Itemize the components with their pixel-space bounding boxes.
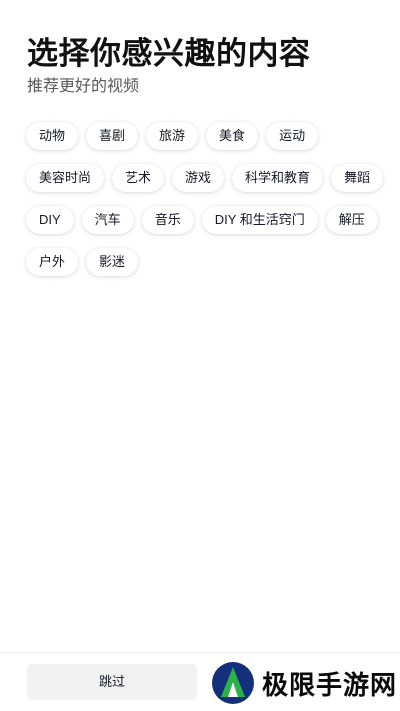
interest-chip-diy[interactable]: DIY xyxy=(26,206,74,234)
interest-chip-games[interactable]: 游戏 xyxy=(172,164,225,192)
interest-chip-relaxation[interactable]: 解压 xyxy=(325,206,378,234)
interest-chip-outdoors[interactable]: 户外 xyxy=(26,248,79,276)
interest-chip-travel[interactable]: 旅游 xyxy=(146,122,199,150)
interest-chip-art[interactable]: 艺术 xyxy=(112,164,165,192)
bottom-action-bar: 跳过 极限手游网 xyxy=(0,652,400,711)
interest-chip-dance[interactable]: 舞蹈 xyxy=(331,164,384,192)
interest-chip-sports[interactable]: 运动 xyxy=(266,122,319,150)
chip-row: DIY 汽车 音乐 DIY 和生活窍门 解压 xyxy=(26,206,386,234)
site-logo-icon xyxy=(212,662,254,704)
interest-chip-diy-life-hacks[interactable]: DIY 和生活窍门 xyxy=(201,206,318,234)
interest-chip-beauty-fashion[interactable]: 美容时尚 xyxy=(26,164,105,192)
watermark: 极限手游网 xyxy=(210,659,397,707)
interest-chip-cars[interactable]: 汽车 xyxy=(81,206,134,234)
chip-row: 户外 影迷 xyxy=(26,248,386,276)
interest-chip-music[interactable]: 音乐 xyxy=(141,206,194,234)
interest-chip-movie-fans[interactable]: 影迷 xyxy=(86,248,139,276)
page-subtitle: 推荐更好的视频 xyxy=(27,78,140,95)
watermark-text: 极限手游网 xyxy=(262,670,398,701)
page-title: 选择你感兴趣的内容 xyxy=(27,36,311,71)
chip-row: 美容时尚 艺术 游戏 科学和教育 舞蹈 xyxy=(26,164,386,192)
interest-selection-screen: 选择你感兴趣的内容 推荐更好的视频 动物 喜剧 旅游 美食 运动 美容时尚 艺术… xyxy=(0,0,400,711)
skip-button[interactable]: 跳过 xyxy=(27,664,197,700)
interest-chip-comedy[interactable]: 喜剧 xyxy=(86,122,139,150)
interest-chip-food[interactable]: 美食 xyxy=(206,122,259,150)
chip-row: 动物 喜剧 旅游 美食 运动 xyxy=(26,122,386,150)
interest-chip-science-education[interactable]: 科学和教育 xyxy=(232,164,324,192)
interest-chip-list: 动物 喜剧 旅游 美食 运动 美容时尚 艺术 游戏 科学和教育 舞蹈 DIY 汽… xyxy=(26,122,386,290)
interest-chip-animals[interactable]: 动物 xyxy=(26,122,79,150)
